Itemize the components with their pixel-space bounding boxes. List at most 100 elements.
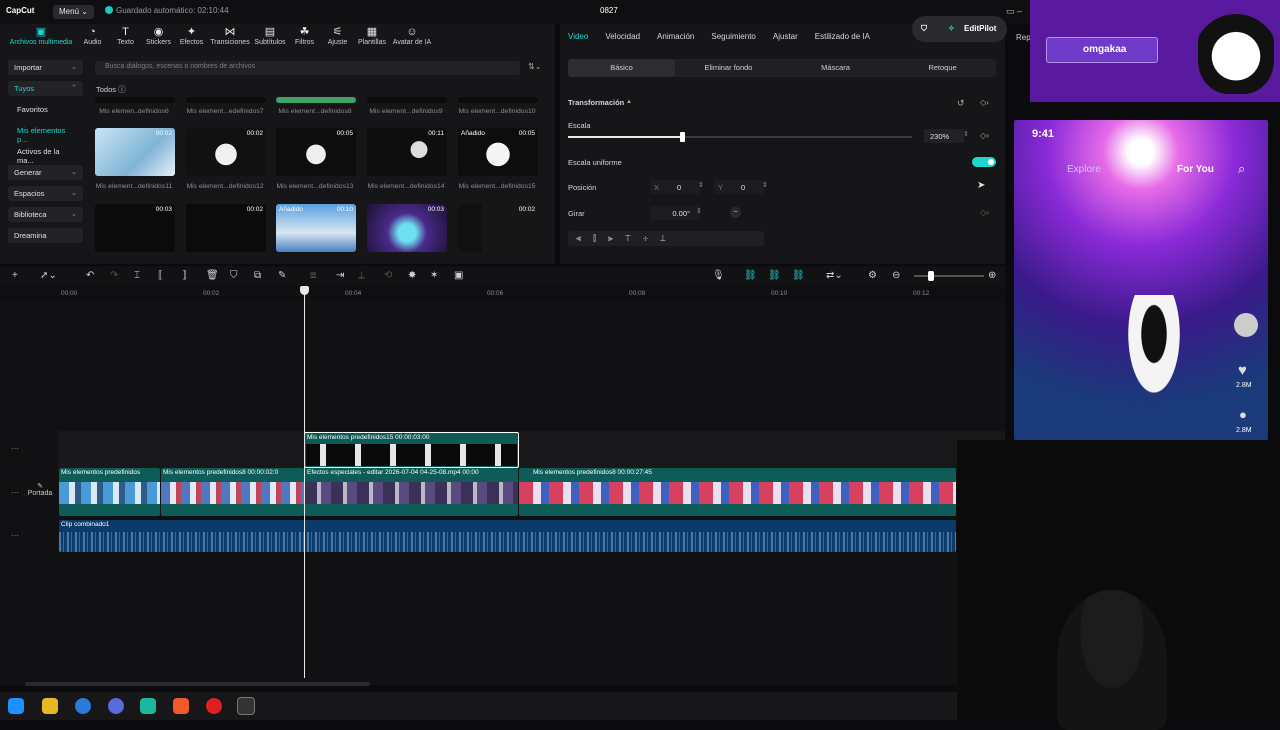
subtab-basic[interactable]: Básico — [568, 59, 675, 77]
track-menu-icon[interactable]: ⋯ — [11, 488, 19, 497]
magnet-icon[interactable]: ⛓ — [768, 270, 781, 281]
main-clip[interactable]: Mis elementos predefinidos8 00:00:27:45 — [519, 468, 956, 516]
split-left-icon[interactable]: ⟦ — [158, 270, 163, 281]
media-thumb[interactable] — [95, 97, 175, 103]
collapse-icon[interactable]: ▲ — [626, 99, 632, 105]
ai-effect-icon[interactable]: ✶ — [430, 270, 438, 281]
media-thumb[interactable]: 00:02 — [458, 204, 538, 252]
media-thumb[interactable] — [458, 97, 538, 103]
tool-effects[interactable]: ✦ Efectos — [175, 24, 208, 52]
ai-cutout-icon[interactable]: ✸ — [408, 270, 416, 281]
tool-subtitles[interactable]: ▤ Subtítulos — [252, 24, 288, 52]
main-clip[interactable]: Mis elementos predefinidos — [59, 468, 160, 516]
split-icon[interactable]: ⌶ — [134, 270, 140, 281]
zoom-slider-handle[interactable] — [928, 271, 934, 281]
media-thumb[interactable] — [367, 97, 447, 103]
sidebar-item-spaces[interactable]: Espacios ⌄ — [8, 186, 83, 201]
for-you-tab[interactable]: For You — [1177, 164, 1214, 175]
timeline-settings-icon[interactable]: ⚙ — [868, 270, 877, 281]
microphone-icon[interactable]: 🎙 — [712, 270, 725, 281]
media-thumb[interactable] — [276, 97, 356, 103]
stepper-icon[interactable]: ⇕ — [696, 207, 702, 215]
position-x-input[interactable]: X0 — [650, 180, 700, 194]
tool-audio[interactable]: ◔ Audio — [76, 24, 109, 52]
heart-icon[interactable]: ♥ — [1238, 362, 1247, 379]
sidebar-item-brand-assets[interactable]: Activos de la ma... — [8, 144, 83, 165]
transform-heading[interactable]: Transformación — [568, 98, 624, 107]
sidebar-item-import[interactable]: Importar ⌄ — [8, 60, 83, 75]
magic-edit-icon[interactable]: ✎ — [278, 270, 286, 281]
file-explorer-icon[interactable] — [42, 698, 58, 714]
tool-ai-avatar[interactable]: ☺ Avatar de IA — [390, 24, 434, 52]
chrome-icon[interactable] — [108, 698, 124, 714]
align-right-icon[interactable]: ⫸ — [608, 233, 625, 243]
media-thumb[interactable]: 00:11 — [367, 128, 447, 176]
sidebar-item-library[interactable]: Biblioteca ⌄ — [8, 207, 83, 222]
search-icon[interactable]: ⌕ — [1238, 161, 1245, 177]
tool-adjust[interactable]: ⚟ Ajuste — [321, 24, 354, 52]
filter-all[interactable]: Todos ⓘ — [96, 84, 126, 95]
tool-transitions[interactable]: ⋈ Transiciones — [208, 24, 252, 52]
playhead-handle[interactable] — [300, 286, 309, 295]
undo-icon[interactable]: ↶ — [86, 270, 94, 281]
tool-filters[interactable]: ☘ Filtros — [288, 24, 321, 52]
sidebar-item-favorites[interactable]: Favoritos — [8, 102, 83, 117]
overlay-clip[interactable]: Mis elementos predefinidos15 00:00:03:00 — [304, 432, 519, 468]
delete-icon[interactable]: 🗑 — [206, 270, 219, 281]
comment-icon[interactable]: ● — [1239, 407, 1247, 422]
media-thumb[interactable]: 00:03 — [367, 204, 447, 252]
align-center-icon[interactable]: ⫿ — [593, 233, 608, 243]
marker-icon[interactable]: ⛉ — [230, 270, 238, 281]
sidebar-item-yours[interactable]: Tuyos ⌃ — [8, 81, 83, 96]
sidebar-item-my-elements[interactable]: Mis elementos p... — [8, 123, 83, 144]
zoom-out-icon[interactable]: ⊖ — [892, 270, 900, 281]
media-search-input[interactable]: Busca diálogos, escenas o nombres de arc… — [95, 61, 520, 75]
media-thumb[interactable]: 00:02 — [95, 128, 175, 176]
scale-input[interactable]: 230% — [924, 129, 964, 143]
cover-button[interactable]: ✎ Portada — [27, 482, 53, 504]
align-bottom-icon[interactable]: ⊥ — [660, 233, 678, 243]
zoom-slider[interactable] — [914, 275, 984, 277]
tab-adjust[interactable]: Ajustar — [773, 32, 798, 41]
rotate-input[interactable]: 0.00° — [650, 206, 700, 220]
align-middle-icon[interactable]: ⊹ — [643, 233, 660, 243]
sidebar-item-generate[interactable]: Generar ⌄ — [8, 165, 83, 180]
align-top-icon[interactable]: ⊤ — [625, 233, 643, 243]
rotate-icon[interactable]: ⟲ — [384, 270, 392, 281]
subtab-mask[interactable]: Máscara — [782, 59, 889, 77]
tab-video[interactable]: Video — [568, 32, 588, 41]
align-left-icon[interactable]: ⫷ — [576, 233, 593, 243]
position-y-input[interactable]: Y0 — [714, 180, 764, 194]
brave-icon[interactable] — [173, 698, 189, 714]
media-thumb[interactable]: Añadido 00:10 — [276, 204, 356, 252]
browser-icon[interactable] — [75, 698, 91, 714]
media-thumb[interactable]: 00:02 — [186, 128, 266, 176]
zoom-in-icon[interactable]: ⊕ — [988, 270, 996, 281]
keyframe-icon[interactable]: ◇› — [980, 131, 989, 140]
tool-media[interactable]: ▣ Archivos multimedia — [6, 24, 76, 52]
crop-icon[interactable]: ⧉ — [254, 270, 261, 281]
youtube-icon[interactable] — [206, 698, 222, 714]
media-thumb[interactable]: 00:02 — [186, 204, 266, 252]
split-right-icon[interactable]: ⟧ — [182, 270, 187, 281]
stepper-icon[interactable]: ⇕ — [698, 181, 704, 189]
profile-avatar[interactable] — [1234, 313, 1258, 337]
project-name[interactable]: 0827 — [600, 6, 618, 15]
tool-templates[interactable]: ▦ Plantillas — [354, 24, 390, 52]
select-tool-icon[interactable]: ➚⌄ — [40, 270, 57, 281]
keyframe-icon[interactable]: ◇› — [980, 208, 989, 217]
rep-tab[interactable]: Rep — [1016, 33, 1031, 42]
subtab-retouch[interactable]: Retoque — [889, 59, 996, 77]
editpilot-button[interactable]: ⛉ ✧ EditPilot — [912, 16, 1007, 42]
media-thumb[interactable] — [186, 97, 266, 103]
snap-icon[interactable]: ⛓ — [792, 270, 805, 281]
menu-button[interactable]: Menú ⌄ — [53, 5, 94, 19]
preview-axis-icon[interactable]: ⇄⌄ — [826, 270, 843, 281]
tab-ai-style[interactable]: Estilizado de IA — [815, 32, 870, 41]
link-icon[interactable]: ⛓ — [744, 270, 757, 281]
subtab-remove-bg[interactable]: Eliminar fondo — [675, 59, 782, 77]
tool-text[interactable]: T Texto — [109, 24, 142, 52]
sort-filter-icon[interactable]: ⇅⌄ — [528, 62, 541, 71]
stepper-icon[interactable]: ⇕ — [762, 181, 768, 189]
freeze-icon[interactable]: ⧈ — [310, 270, 316, 281]
